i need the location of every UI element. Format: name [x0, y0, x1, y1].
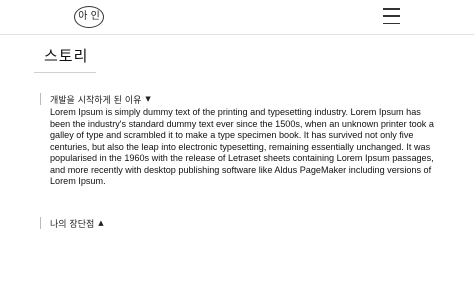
section-motivation: 개발을 시작하게 된 이유 ▼ Lorem Ipsum is simply du… — [40, 93, 440, 188]
menu-line — [383, 8, 400, 10]
section-heading: 개발을 시작하게 된 이유 — [50, 95, 142, 106]
logo[interactable]: 아 인 — [74, 6, 104, 28]
section-toggle-strengths[interactable]: 나의 장단점 ▲ — [40, 217, 440, 230]
caret-down-icon: ▼ — [145, 95, 151, 103]
section-body-text: Lorem Ipsum is simply dummy text of the … — [50, 107, 434, 186]
page-title-wrap: 스토리 — [34, 45, 96, 73]
section-heading: 나의 장단점 — [50, 219, 95, 230]
caret-up-icon: ▲ — [98, 219, 104, 227]
hamburger-menu-icon[interactable] — [383, 7, 400, 25]
menu-line — [383, 15, 400, 17]
page-title: 스토리 — [44, 47, 89, 65]
section-strengths: 나의 장단점 ▲ — [40, 217, 440, 230]
top-header: 아 인 — [0, 0, 474, 35]
menu-line — [383, 22, 400, 24]
section-toggle-motivation[interactable]: 개발을 시작하게 된 이유 ▼ — [40, 93, 440, 106]
